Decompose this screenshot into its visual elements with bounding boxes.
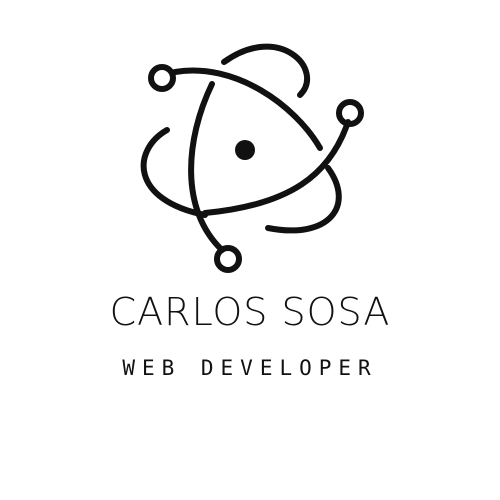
logo-page: CARLOS SOSA WEB DEVELOPER [0, 0, 500, 500]
nucleus [235, 140, 255, 160]
atom-icon [140, 43, 364, 273]
electron-bottom [214, 245, 242, 273]
electron-left [148, 64, 176, 92]
orbit-top [221, 43, 311, 98]
orbit-left [188, 81, 225, 253]
brand-name: CARLOS SOSA [109, 290, 391, 334]
brand-tagline: WEB DEVELOPER [122, 356, 378, 380]
